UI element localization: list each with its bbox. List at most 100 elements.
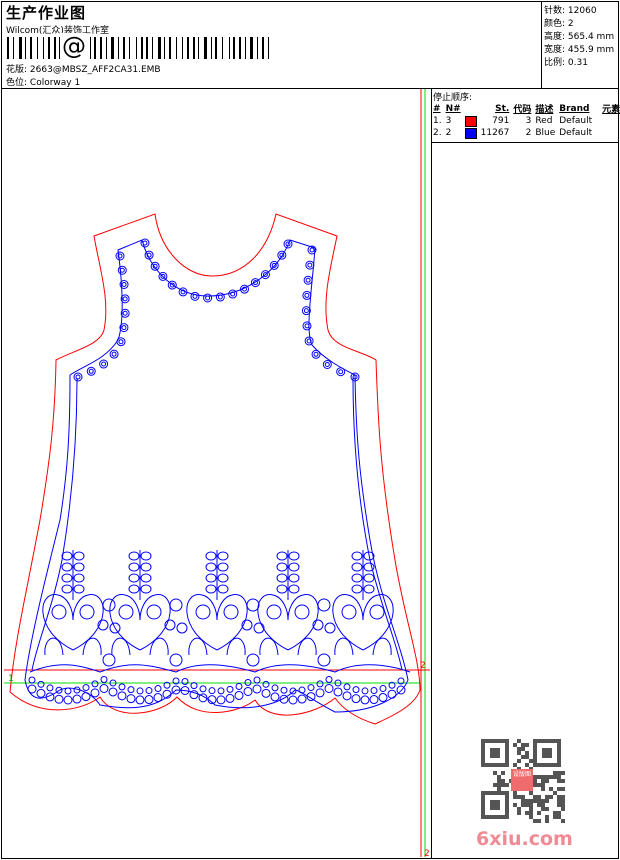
small-flower [169,598,183,612]
leaf [363,562,375,572]
qr-module [545,795,549,799]
color-swatch-blue [464,127,477,139]
spiral-motif [116,337,126,347]
spiral-motif [322,360,332,370]
qr-module [553,775,557,779]
qr-module [537,795,541,799]
leaf [73,551,85,561]
border-spiral [63,695,73,705]
scroll-curl [44,637,102,656]
info-divider [541,1,542,88]
border-spiral [72,694,82,704]
border-spiral [117,691,127,701]
small-flower [324,622,336,634]
qr-module [553,811,557,815]
qr-module [541,783,545,787]
border-spiral [297,694,307,704]
qr-module [517,747,521,751]
scroll-spiral [79,604,95,620]
spiral-motif [277,250,287,260]
heart-scroll [42,594,104,651]
qr-module [545,799,549,803]
leaf [73,573,85,583]
garment-inner-stitch-outline [24,239,409,713]
spiral-motif-inner [205,295,211,301]
spiral-motif [304,336,314,346]
qr-module [529,803,533,807]
qr-module [541,799,545,803]
small-flower [102,598,116,612]
qr-module [513,803,517,807]
border-spiral [370,687,378,695]
table-bottom-divider [431,142,619,143]
qr-module [529,799,533,803]
qr-module [561,787,565,791]
border-spiral [270,692,280,702]
qr-module [561,795,565,799]
qr-module [537,799,541,803]
table-row[interactable]: 2. 2 11267 2 Blue Default [431,127,620,139]
spiral-motif [99,359,109,369]
qr-module [557,787,561,791]
small-flower [246,653,260,667]
leaf [61,573,73,583]
spiral-motif-inner [88,368,94,374]
spiral-motif-inner [118,339,124,345]
spiral-motif-inner [122,296,128,302]
qr-module [517,739,521,743]
table-row[interactable]: 1. 3 791 3 Red Default [431,115,620,127]
border-spiral [54,694,64,704]
qr-module [497,775,501,779]
qr-module [533,819,537,823]
spiral-motif-inner [303,308,309,314]
border-spiral [271,684,279,692]
qr-module [521,755,525,759]
qr-module [557,775,561,779]
leaf [276,562,288,572]
qr-module [541,775,545,779]
border-spiral [369,695,379,705]
leaf [217,573,229,583]
spiral-motif [109,349,119,359]
border-spiral [216,695,226,705]
leaf [276,573,288,583]
leaf [205,551,217,561]
qr-module [513,763,517,767]
qr-module [557,795,561,799]
qr-module [517,807,521,811]
qr-module [525,743,529,747]
qr-module [561,779,565,783]
qr-module [533,795,537,799]
qr-module [557,815,561,819]
scroll-spiral [195,604,211,620]
border-spiral [342,691,352,701]
scroll-spiral [146,604,162,620]
scroll-curl [188,637,246,656]
qr-module [561,807,565,811]
qr-module [493,783,497,787]
leaf [217,562,229,572]
leaf [205,584,217,594]
leaf [288,551,300,561]
spiral-motif-inner [309,247,315,253]
qr-module [513,791,517,795]
border-spiral [351,694,361,704]
border-spiral [82,684,90,692]
table-header: # N# St. 代码 描述 Brand 元素 [433,103,620,116]
border-spiral [108,687,118,697]
spiral-motif [190,291,200,301]
border-spiral [181,677,189,685]
guide-lines [4,89,430,857]
leaf [140,584,152,594]
border-spiral [225,693,235,703]
stitch-count: 针数: 12060 [544,6,597,16]
qr-finder-center [490,800,500,810]
leaf [61,584,73,594]
spiral-motif-inner [75,374,81,380]
small-flower [169,653,183,667]
border-spiral [136,687,144,695]
qr-module [533,799,537,803]
border-spiral [226,685,234,693]
color-count: 颜色: 2 [544,19,574,29]
border-spiral [99,684,109,694]
